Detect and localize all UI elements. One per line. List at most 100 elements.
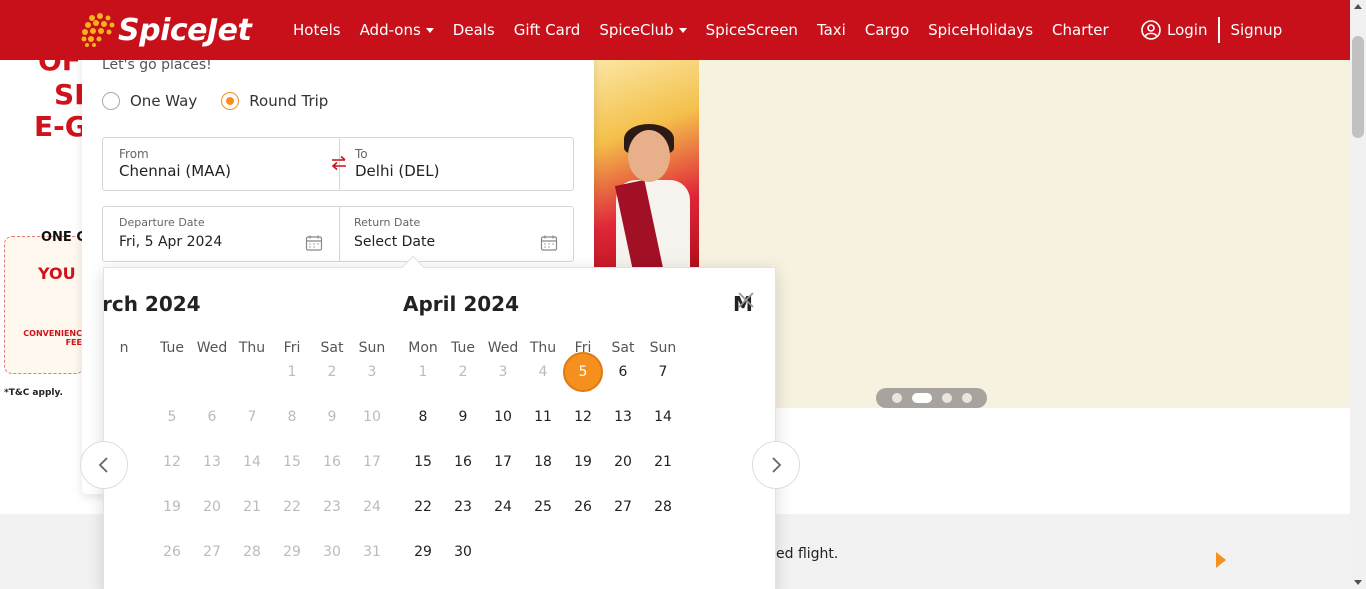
close-icon[interactable] — [736, 290, 756, 310]
convenience-fee-text: CONVENIENC FEE — [23, 329, 82, 347]
calendar-day: 23 — [323, 499, 341, 515]
round-trip-radio[interactable] — [221, 92, 240, 110]
calendar-day: 14 — [243, 454, 261, 470]
calendar-day: 8 — [287, 409, 297, 425]
calendar-day[interactable]: 26 — [563, 487, 603, 527]
nav-item-spiceclub[interactable]: SpiceClub — [599, 21, 687, 39]
login-divider — [1218, 17, 1221, 43]
calendar-day: 5 — [167, 409, 177, 425]
round-trip-label[interactable]: Round Trip — [249, 92, 328, 110]
calendar-day[interactable]: 13 — [603, 397, 643, 437]
caret-down-icon — [425, 27, 434, 33]
spicejet-logo[interactable]: SpiceJet — [78, 10, 252, 50]
calendar-day: 3 — [367, 364, 377, 380]
calendar-day: 9 — [327, 409, 337, 425]
coupon-you-text: YOU — [38, 264, 76, 283]
next-month-button[interactable] — [752, 441, 800, 489]
calendar-icon[interactable] — [305, 234, 323, 252]
calendar-day: 27 — [203, 544, 221, 560]
calendar-day[interactable]: 10 — [483, 397, 523, 437]
calendar-day[interactable]: 29 — [403, 532, 443, 572]
nav-item-gift-card[interactable]: Gift Card — [514, 21, 581, 39]
calendar-day[interactable]: 6 — [603, 352, 643, 392]
calendar-day[interactable]: 7 — [643, 352, 683, 392]
scroll-up-arrow-icon[interactable] — [1354, 4, 1362, 9]
weekday-header: Thu — [238, 340, 266, 356]
calendar-day: 26 — [163, 544, 181, 560]
calendar-day[interactable]: 11 — [523, 397, 563, 437]
login-link[interactable]: Login — [1167, 21, 1207, 39]
calendar-day[interactable]: 14 — [643, 397, 683, 437]
calendar-day-selected[interactable]: 5 — [563, 352, 603, 392]
date-picker-calendar: rch 2024 April 2024 M nTueWedThuFriSatSu… — [103, 267, 776, 589]
nav-item-deals[interactable]: Deals — [453, 21, 495, 39]
nav-item-label: SpiceHolidays — [928, 21, 1034, 39]
nav-item-spiceholidays[interactable]: SpiceHolidays — [928, 21, 1033, 39]
calendar-icon[interactable] — [540, 234, 558, 252]
from-field[interactable]: Chennai (MAA) — [119, 162, 231, 180]
one-way-radio[interactable] — [102, 92, 120, 110]
nav-item-spicescreen[interactable]: SpiceScreen — [706, 21, 798, 39]
carousel-dot[interactable] — [961, 393, 972, 403]
nav-item-label: Taxi — [816, 21, 846, 39]
calendar-day: 16 — [323, 454, 341, 470]
nav-item-charter[interactable]: Charter — [1052, 21, 1109, 39]
carousel-dot-active[interactable] — [911, 393, 932, 403]
user-icon[interactable] — [1141, 20, 1161, 40]
nav-item-label: Gift Card — [513, 21, 581, 39]
date-divider — [339, 207, 340, 261]
calendar-day[interactable]: 22 — [403, 487, 443, 527]
calendar-day: 22 — [283, 499, 301, 515]
calendar-day[interactable]: 20 — [603, 442, 643, 482]
nav-item-hotels[interactable]: Hotels — [293, 21, 341, 39]
calendar-day[interactable]: 8 — [403, 397, 443, 437]
calendar-day[interactable]: 12 — [563, 397, 603, 437]
calendar-day: 3 — [498, 364, 508, 380]
scroll-thumb[interactable] — [1352, 36, 1364, 138]
weekday-header: Wed — [196, 340, 228, 356]
coupon-title: ONE C — [41, 230, 86, 245]
carousel-dot[interactable] — [891, 393, 902, 403]
calendar-day[interactable]: 25 — [523, 487, 563, 527]
calendar-day: 29 — [283, 544, 301, 560]
weekday-header: n — [119, 340, 129, 356]
nav-item-add-ons[interactable]: Add-ons — [360, 21, 434, 39]
calendar-day[interactable]: 27 — [603, 487, 643, 527]
month-title-april: April 2024 — [403, 292, 519, 316]
calendar-day[interactable]: 19 — [563, 442, 603, 482]
calendar-day[interactable]: 16 — [443, 442, 483, 482]
calendar-day[interactable]: 30 — [443, 532, 483, 572]
signup-link[interactable]: Signup — [1230, 21, 1282, 39]
calendar-day[interactable]: 21 — [643, 442, 683, 482]
previous-month-button[interactable] — [80, 441, 128, 489]
return-date-field[interactable]: Select Date — [354, 234, 435, 250]
calendar-day: 1 — [418, 364, 428, 380]
carousel-dot[interactable] — [941, 393, 952, 403]
departure-date-field[interactable]: Fri, 5 Apr 2024 — [119, 234, 222, 250]
calendar-day[interactable]: 24 — [483, 487, 523, 527]
calendar-day: 13 — [203, 454, 221, 470]
nav-item-taxi[interactable]: Taxi — [817, 21, 846, 39]
to-field[interactable]: Delhi (DEL) — [355, 162, 439, 180]
banner-photo — [594, 60, 699, 267]
promo-line-3: E-G — [34, 110, 88, 143]
photo-child-face — [628, 130, 670, 182]
nav-item-cargo[interactable]: Cargo — [865, 21, 909, 39]
nav-item-label: SpiceClub — [599, 21, 674, 39]
calendar-day[interactable]: 28 — [643, 487, 683, 527]
top-nav-bar: SpiceJet Hotels Add-ons Deals Gift Card Spic… — [0, 0, 1366, 60]
swap-icon[interactable] — [330, 154, 348, 172]
page-scrollbar[interactable] — [1350, 0, 1366, 589]
one-way-label[interactable]: One Way — [130, 92, 197, 110]
date-fields: Departure Date Fri, 5 Apr 2024 Return Da… — [102, 206, 574, 262]
calendar-day: 2 — [327, 364, 337, 380]
nav-item-label: Deals — [452, 21, 495, 39]
scroll-down-arrow-icon[interactable] — [1354, 580, 1362, 585]
calendar-day[interactable]: 18 — [523, 442, 563, 482]
calendar-day[interactable]: 17 — [483, 442, 523, 482]
calendar-day[interactable]: 15 — [403, 442, 443, 482]
play-arrow-icon[interactable] — [1216, 552, 1226, 568]
calendar-day[interactable]: 23 — [443, 487, 483, 527]
calendar-day[interactable]: 9 — [443, 397, 483, 437]
calendar-day: 6 — [207, 409, 217, 425]
